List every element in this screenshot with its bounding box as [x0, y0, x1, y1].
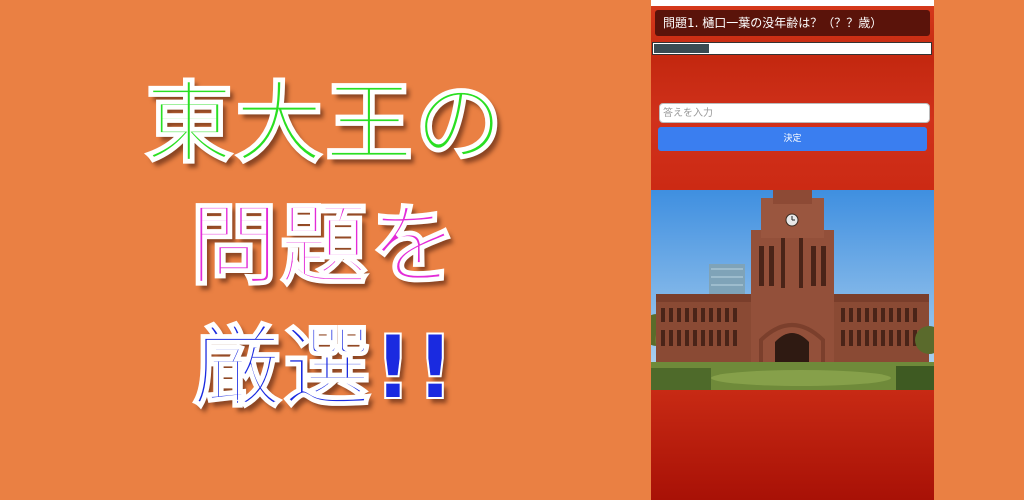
app-promo-banner: 東大王の 問題を 厳選!! 問題1. 樋口一葉の没年齢は？（？？歳） 決定	[0, 0, 1024, 500]
timer-progress-bar	[652, 42, 932, 55]
status-bar	[651, 0, 934, 6]
empty-panel	[651, 390, 934, 500]
promo-headline-line1: 東大王の	[144, 72, 505, 175]
promo-headline-line3: 厳選!!	[192, 316, 458, 419]
submit-button[interactable]: 決定	[658, 127, 927, 151]
answer-input[interactable]	[659, 103, 930, 123]
timer-progress-fill	[654, 44, 709, 53]
phone-screen: 問題1. 樋口一葉の没年齢は？（？？歳） 決定	[651, 0, 934, 500]
promo-headline-line2: 問題を	[189, 194, 460, 297]
question-text: 問題1. 樋口一葉の没年齢は？（？？歳）	[655, 10, 930, 36]
university-clock-tower-image	[651, 190, 934, 390]
